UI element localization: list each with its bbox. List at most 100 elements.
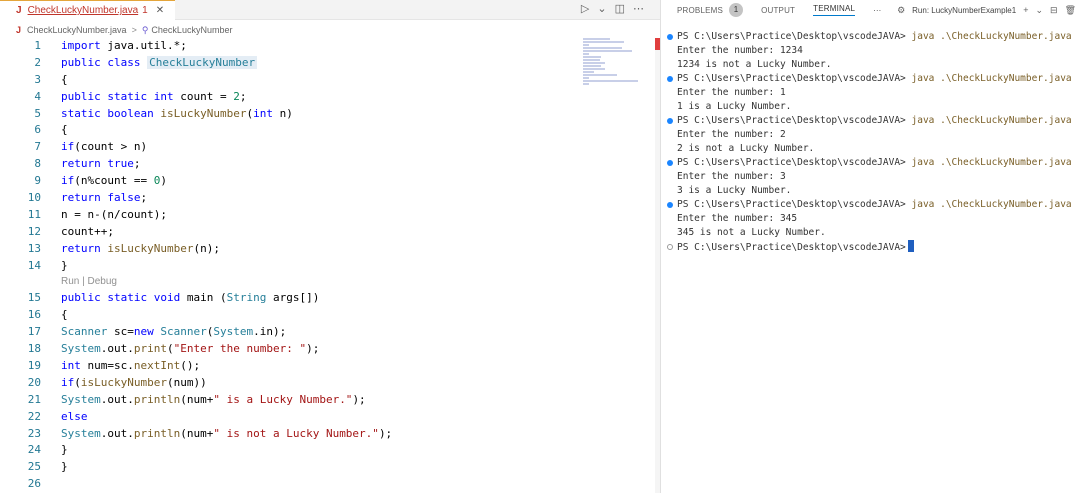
terminal-command: java .\CheckLuckyNumber.java [911,73,1072,84]
code-text: if(count > n) [61,140,148,154]
code-line[interactable]: 14} [0,258,580,275]
code-text: { [61,72,68,86]
chevron-down-icon[interactable]: ⌄ [597,2,606,15]
code-text: int num=sc.nextInt(); [61,359,201,373]
terminal-text: Enter the number: 3 [677,171,786,182]
code-line[interactable]: 12 count++; [0,224,580,241]
more-actions-icon[interactable]: ⋯ [633,2,644,15]
minimap-line [583,50,632,52]
command-success-icon[interactable] [667,34,673,40]
terminal-text: 1 is a Lucky Number. [677,101,792,112]
terminal-text: Enter the number: 1234 [677,45,803,56]
code-line[interactable]: 3{ [0,72,580,89]
code-line[interactable]: 7 if(count > n) [0,139,580,156]
code-line[interactable]: 18 System.out.print("Enter the number: ")… [0,341,580,358]
code-text: return true; [61,157,141,171]
code-line[interactable]: 11 n = n-(n/count); [0,207,580,224]
terminal-text: PS C:\Users\Practice\Desktop\vscodeJAVA> [677,242,906,253]
breadcrumb-file[interactable]: CheckLuckyNumber.java [27,25,127,35]
code-line[interactable]: 8 return true; [0,156,580,173]
split-terminal-icon[interactable]: ⊟ [1050,5,1058,16]
split-editor-icon[interactable]: ◫ [615,2,625,15]
run-icon[interactable]: ▷ [581,2,589,15]
panel-actions: ⚙ Run: LuckyNumberExample1 + ⌄ ⊟ 🗑 [897,0,1076,20]
terminal-text: Enter the number: 2 [677,129,786,140]
code-line[interactable]: 4 public static int count = 2; [0,89,580,106]
code-line[interactable]: 17 Scanner sc=new Scanner(System.in); [0,324,580,341]
code-text: public class CheckLuckyNumber [61,55,258,69]
code-line[interactable]: 25} [0,459,580,476]
line-number: 1 [34,39,41,52]
minimap-line [583,77,589,79]
line-number: 15 [27,291,41,305]
code-line[interactable]: 15 public static void main (String args[]… [0,290,580,307]
code-line[interactable]: 23 System.out.println(num+" is not a Luck… [0,426,580,443]
code-line[interactable]: 5 static boolean isLuckyNumber(int n) [0,106,580,123]
run-config-label[interactable]: Run: LuckyNumberExample1 [912,6,1016,15]
code-text: n = n-(n/count); [61,207,167,221]
codelens-run-debug[interactable]: Run | Debug [0,274,580,290]
command-pending-icon[interactable] [667,244,673,250]
line-number: 23 [27,426,41,440]
panel-more-icon[interactable]: ⋯ [873,6,881,15]
terminal-command-line: PS C:\Users\Practice\Desktop\vscodeJAVA>… [667,30,1077,44]
terminal-text: 345 is not a Lucky Number. [677,227,826,238]
command-success-icon[interactable] [667,160,673,166]
terminal-command-line: PS C:\Users\Practice\Desktop\vscodeJAVA>… [667,198,1077,212]
editor-tab-bar: J CheckLuckyNumber.java 1 ✕ ▷ ⌄ ◫ ⋯ [0,0,660,20]
line-number: 14 [27,258,41,272]
code-text: System.out.println(num+" is a Lucky Numb… [61,392,366,406]
code-text: import java.util.*; [61,39,187,52]
tab-output[interactable]: OUTPUT [761,6,795,15]
code-line[interactable]: 26 [0,476,580,493]
code-line[interactable]: 20 if(isLuckyNumber(num)) [0,375,580,392]
editor-pane: J CheckLuckyNumber.java 1 ✕ ▷ ⌄ ◫ ⋯ J Ch… [0,0,660,493]
minimap[interactable] [583,38,655,88]
code-line[interactable]: 22 else [0,409,580,426]
breadcrumb-symbol[interactable]: CheckLuckyNumber [151,25,232,35]
terminal-text: 2 is not a Lucky Number. [677,143,815,154]
code-line[interactable]: 9 if(n%count == 0) [0,173,580,190]
code-text: System.out.print("Enter the number: "); [61,342,320,356]
code-text: } [61,258,68,272]
terminal-output[interactable]: PS C:\Users\Practice\Desktop\vscodeJAVA>… [667,30,1077,254]
add-terminal-icon[interactable]: + [1023,5,1028,15]
minimap-line [583,47,623,49]
line-number: 6 [34,123,41,137]
chevron-down-icon[interactable]: ⌄ [1035,5,1043,16]
code-line[interactable]: 2 public class CheckLuckyNumber [0,55,580,72]
code-line[interactable]: 21 System.out.println(num+" is a Lucky Nu… [0,392,580,409]
terminal-text: PS C:\Users\Practice\Desktop\vscodeJAVA> [677,157,912,168]
line-number: 17 [27,325,41,339]
tab-terminal[interactable]: TERMINAL [813,4,856,16]
code-text: { [61,123,68,137]
code-line[interactable]: 24} [0,442,580,459]
code-line[interactable]: 16 { [0,307,580,324]
code-line[interactable]: 13 return isLuckyNumber(n); [0,241,580,258]
panel: PROBLEMS 1 OUTPUT TERMINAL ⋯ ⚙ Run: Luck… [661,0,1080,493]
terminal-command: java .\CheckLuckyNumber.java [911,31,1072,42]
line-number: 4 [34,89,41,103]
minimap-line [583,56,602,58]
minimap-line [583,38,610,40]
line-number: 10 [27,191,41,205]
tab-problems[interactable]: PROBLEMS 1 [677,3,744,17]
code-line[interactable]: 1 import java.util.*; [0,38,580,55]
line-number: 3 [34,72,41,86]
close-icon[interactable]: ✕ [156,5,164,16]
terminal-text: PS C:\Users\Practice\Desktop\vscodeJAVA> [677,115,912,126]
trash-icon[interactable]: 🗑 [1065,5,1076,16]
command-success-icon[interactable] [667,118,673,124]
terminal-text: PS C:\Users\Practice\Desktop\vscodeJAVA> [677,73,912,84]
terminal-output-line: Enter the number: 3 [667,170,1077,184]
minimap-line [583,80,638,82]
code-area[interactable]: 1 import java.util.*; 2 public class CheckL… [0,38,580,493]
terminal-text: PS C:\Users\Practice\Desktop\vscodeJAVA> [677,199,912,210]
command-success-icon[interactable] [667,202,673,208]
terminal-text: Enter the number: 345 [677,213,798,224]
code-line[interactable]: 10 return false; [0,190,580,207]
code-line[interactable]: 6{ [0,122,580,139]
code-line[interactable]: 19 int num=sc.nextInt(); [0,358,580,375]
command-success-icon[interactable] [667,76,673,82]
editor-tab-checkluckynumber[interactable]: J CheckLuckyNumber.java 1 ✕ [0,0,175,20]
